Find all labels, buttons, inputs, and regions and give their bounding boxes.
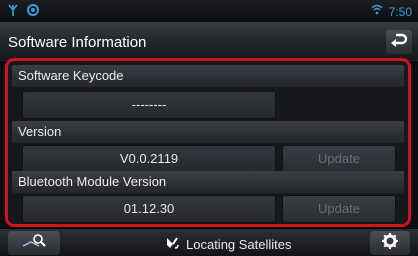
antenna-icon [8,3,18,22]
page-title: Software Information [8,34,147,51]
settings-button[interactable] [370,231,410,255]
software-info-panel: Software Keycode -------- Version V0.0.2… [5,58,411,227]
map-search-button[interactable] [8,231,60,255]
title-bar: Software Information [0,22,418,63]
back-button[interactable] [386,30,412,54]
bottom-bar: Locating Satellites [0,228,418,256]
satellite-icon [164,235,180,254]
wifi-icon [371,4,383,19]
gps-status: Locating Satellites [164,235,292,254]
status-icons-left [8,3,40,22]
software-keycode-value: -------- [22,91,276,119]
status-bar: 7:50 [0,0,418,22]
version-update-button[interactable]: Update [282,145,396,173]
back-arrow-icon [390,33,408,52]
status-icons-right: 7:50 [371,4,412,19]
gear-icon [381,232,399,255]
bluetooth-update-button[interactable]: Update [282,195,396,223]
version-label: Version [12,121,404,143]
panel-content: Software Keycode -------- Version V0.0.2… [12,65,404,223]
search-map-icon [21,232,47,255]
software-keycode-label: Software Keycode [12,65,404,87]
location-icon [26,3,40,22]
clock-time: 7:50 [388,4,412,19]
bluetooth-module-version-value: 01.12.30 [22,195,276,223]
gps-status-text: Locating Satellites [186,237,292,252]
version-value: V0.0.2119 [22,145,276,173]
bluetooth-module-version-label: Bluetooth Module Version [12,171,404,193]
